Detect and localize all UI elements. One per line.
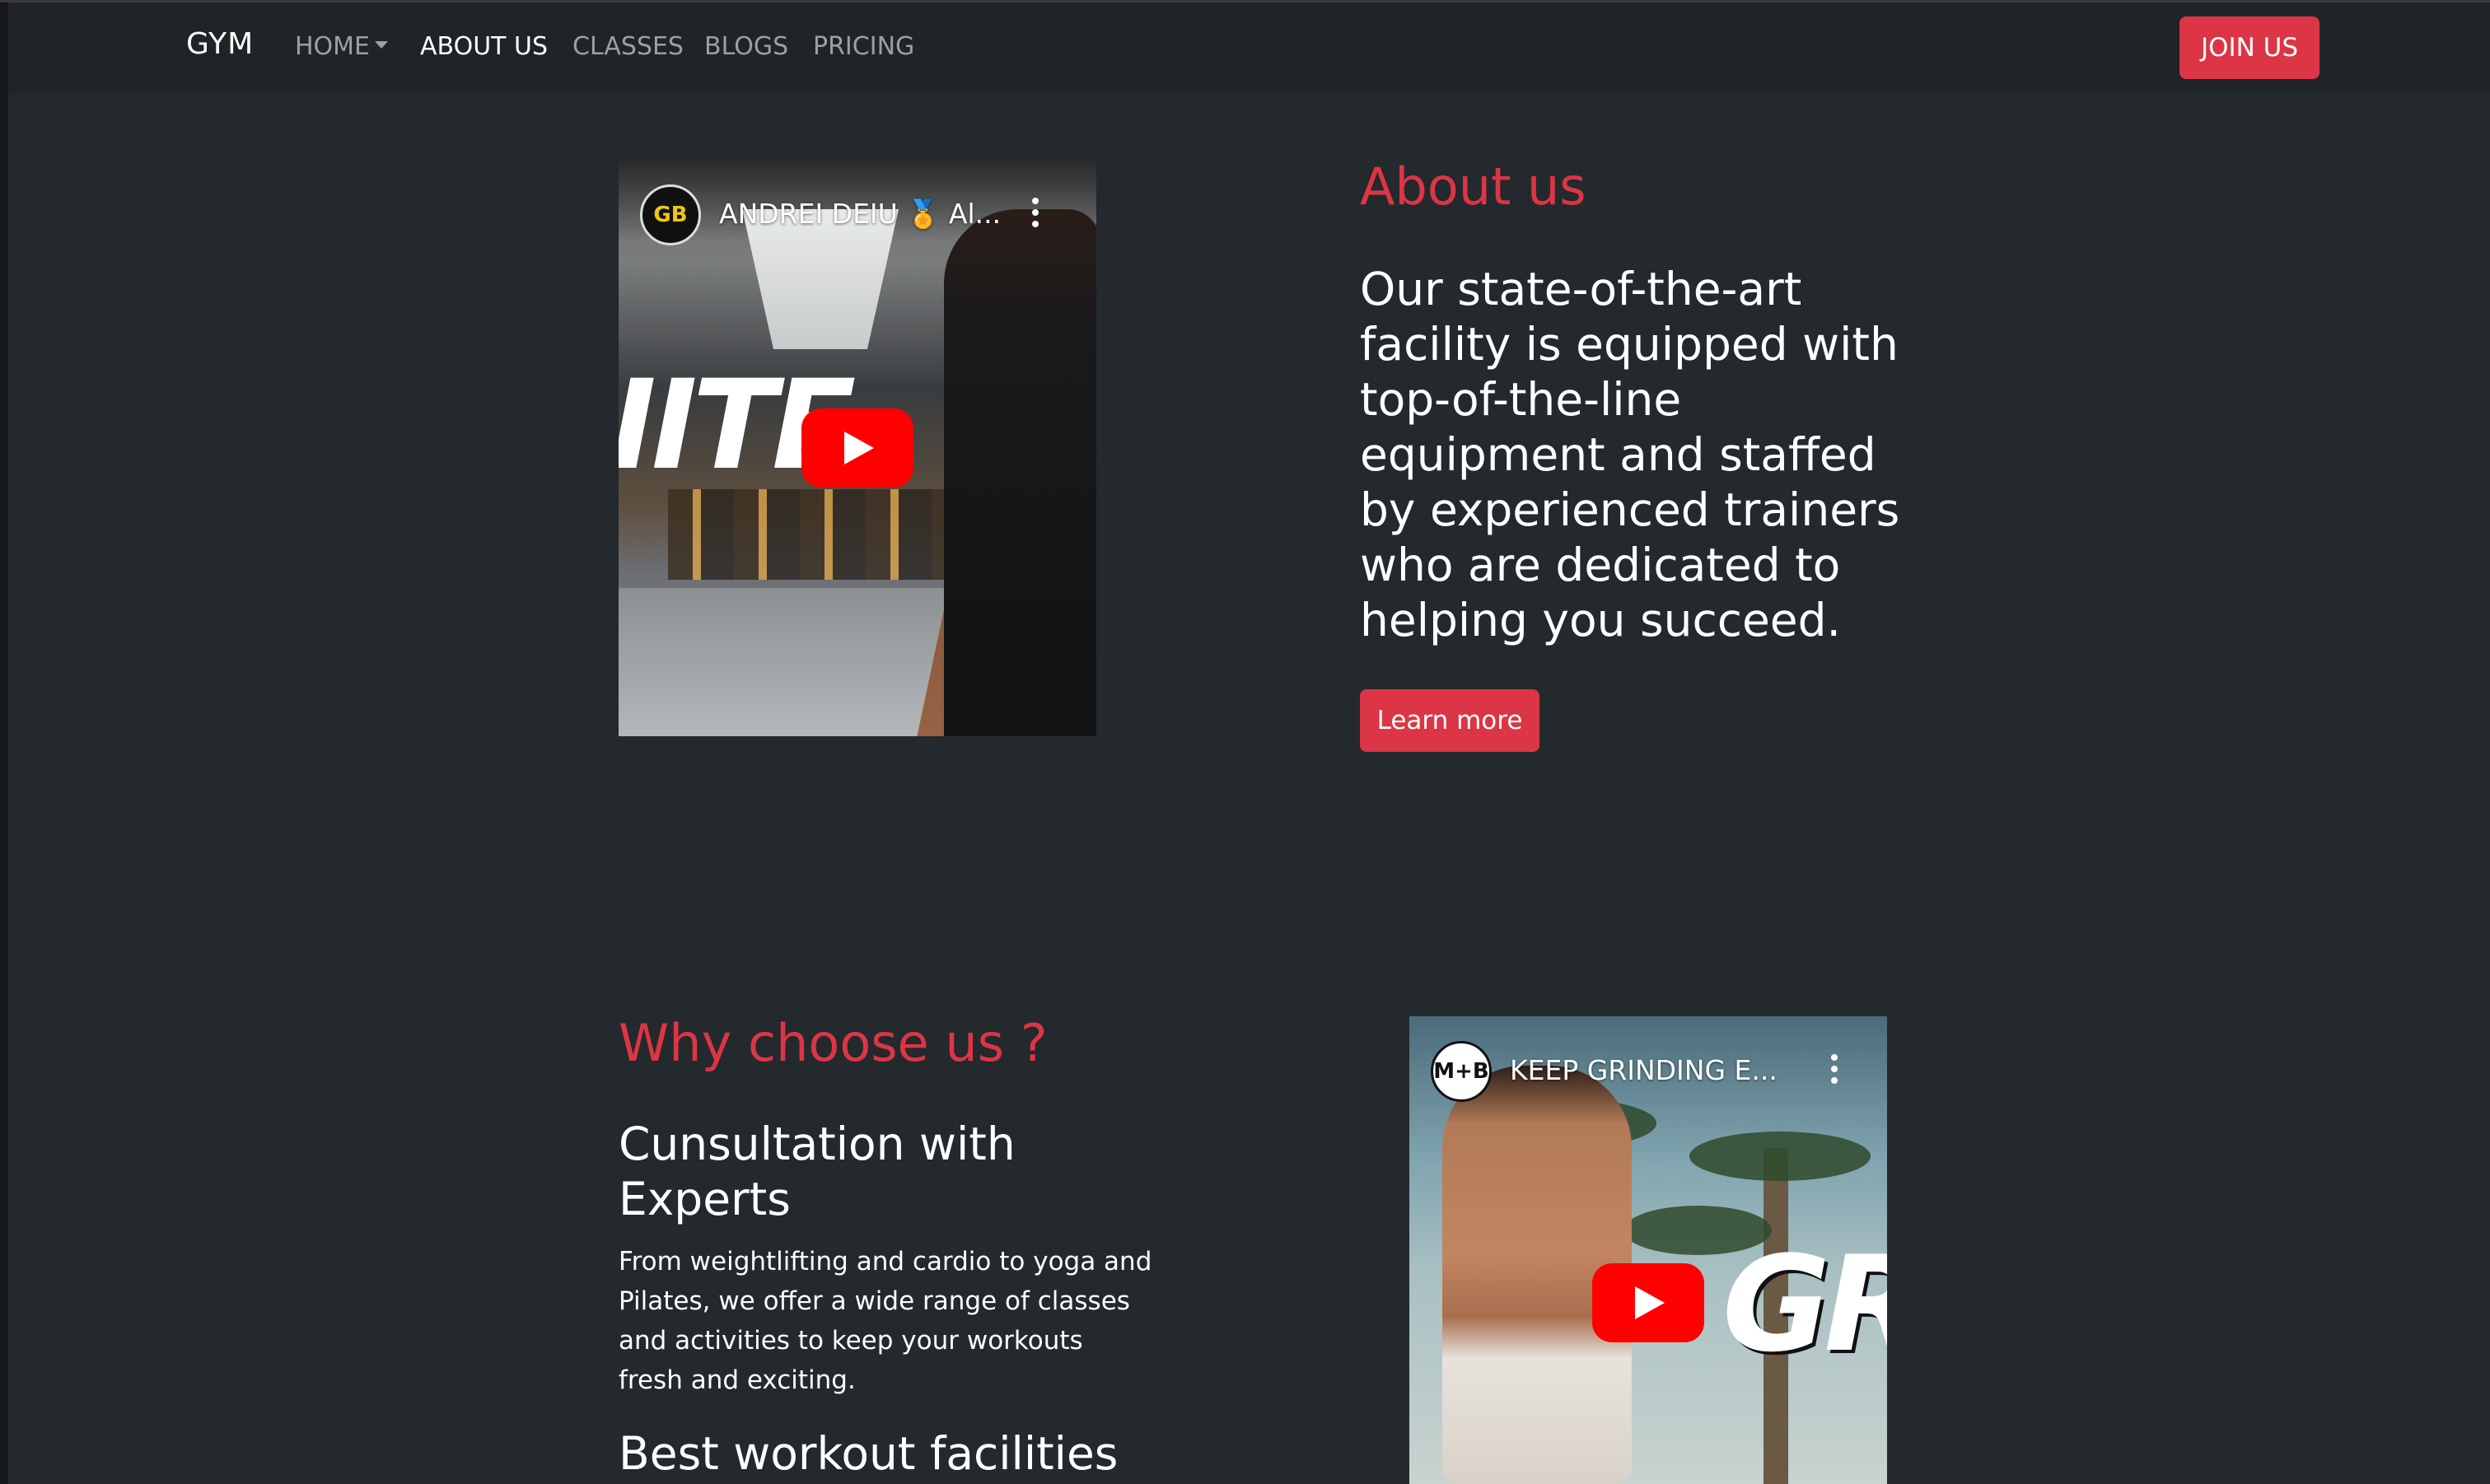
channel-avatar[interactable]: GB bbox=[640, 184, 701, 245]
nav-item-about-us[interactable]: ABOUT US bbox=[420, 32, 548, 61]
nav-item-blogs[interactable]: BLOGS bbox=[704, 32, 788, 61]
nav-item-pricing[interactable]: PRICING bbox=[813, 32, 914, 61]
play-button[interactable] bbox=[801, 408, 913, 488]
why-choose-us-heading: Why choose us ? bbox=[619, 1013, 1048, 1073]
video-thumbnail-lights bbox=[668, 489, 981, 580]
brand-logo[interactable]: GYM bbox=[186, 27, 254, 61]
navbar: GYM HOME ABOUT US CLASSES BLOGS PRICING … bbox=[8, 2, 2490, 93]
more-options-icon[interactable] bbox=[1030, 198, 1040, 231]
more-options-icon[interactable] bbox=[1829, 1054, 1839, 1087]
video-title[interactable]: KEEP GRINDING E... bbox=[1510, 1054, 1778, 1086]
play-icon bbox=[844, 432, 874, 464]
window-edge bbox=[0, 0, 8, 1484]
page: GYM HOME ABOUT US CLASSES BLOGS PRICING … bbox=[0, 0, 2490, 1484]
nav-item-home[interactable]: HOME bbox=[295, 32, 389, 61]
about-description: Our state-of-the-art facility is equippe… bbox=[1360, 263, 1900, 646]
join-us-button[interactable]: JOIN US bbox=[2179, 16, 2319, 79]
feature-description: From weightlifting and cardio to yoga an… bbox=[619, 1247, 1152, 1395]
video-thumbnail-overlay-text: GRI bbox=[1722, 1227, 1887, 1381]
learn-more-button[interactable]: Learn more bbox=[1360, 689, 1539, 752]
video-thumbnail-person bbox=[944, 209, 1096, 736]
video-header: GB ANDREI DEIU 🏅 Al... bbox=[619, 160, 1096, 259]
about-video-embed[interactable]: IITE GB ANDREI DEIU 🏅 Al... bbox=[619, 160, 1096, 736]
play-button[interactable] bbox=[1592, 1263, 1704, 1342]
video-thumbnail-palm bbox=[1689, 1132, 1871, 1181]
feature-title: Best workout facilities bbox=[619, 1427, 1119, 1480]
why-video-embed[interactable]: GRI M+B KEEP GRINDING E... bbox=[1409, 1016, 1887, 1484]
nav-item-classes[interactable]: CLASSES bbox=[572, 32, 684, 61]
channel-avatar[interactable]: M+B bbox=[1431, 1041, 1492, 1102]
video-header: M+B KEEP GRINDING E... bbox=[1409, 1016, 1887, 1115]
video-title[interactable]: ANDREI DEIU 🏅 Al... bbox=[719, 198, 1001, 231]
about-heading: About us bbox=[1360, 156, 1586, 217]
play-icon bbox=[1635, 1286, 1665, 1319]
caret-down-icon bbox=[375, 41, 389, 49]
feature-title: Cunsultation with Experts bbox=[619, 1118, 1016, 1225]
nav-item-label: HOME bbox=[295, 32, 371, 61]
